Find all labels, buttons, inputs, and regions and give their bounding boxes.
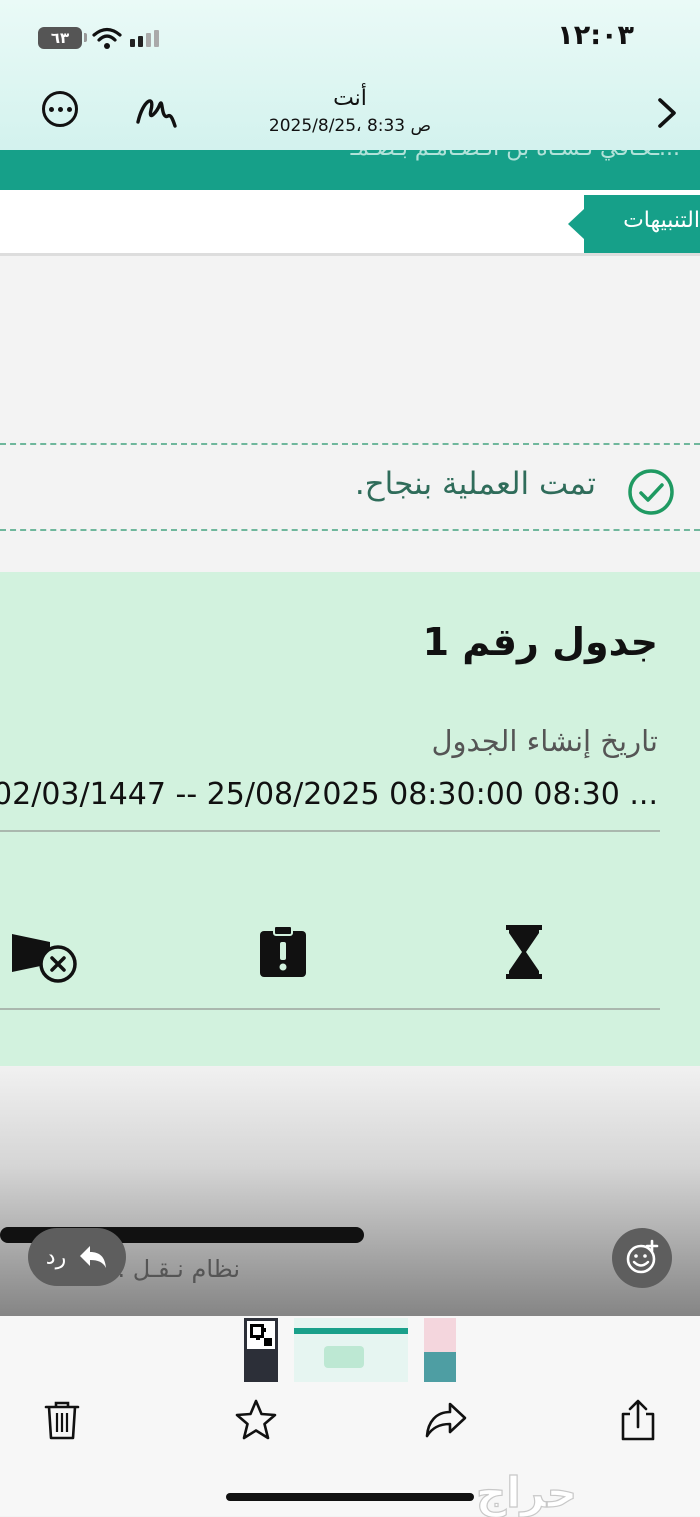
image-thumbnail[interactable] [424,1318,456,1382]
card-title: جدول رقم 1 [422,620,658,664]
divider [0,1008,660,1010]
check-circle-icon [628,469,674,515]
image-thumbnail[interactable] [244,1318,278,1382]
cellular-signal-icon [130,30,159,47]
reply-arrow-icon [80,1246,107,1268]
sender-name: أنت [333,86,367,111]
notes-tab-label: التنبيهات [623,208,700,233]
add-reaction-button[interactable] [612,1228,672,1288]
success-message: تمت العملية بنجاح. [354,466,596,502]
reply-button[interactable]: رد [28,1228,126,1286]
bus-cancel-icon[interactable] [10,928,78,984]
forward-icon[interactable] [424,1398,468,1442]
page-header-band: ـعـاقي نـشـاه بن الـصـامـم بـصـمـ... [0,150,700,190]
message-date: 2025/8/25، 8:33 ص [268,116,432,136]
chevron-right-icon[interactable] [652,96,682,130]
image-thumbnail-current[interactable] [294,1318,408,1382]
watermark-logo: حراج [475,1467,578,1517]
markup-pen-icon[interactable] [133,90,179,132]
divider [0,830,660,832]
more-options-button[interactable] [42,91,78,127]
battery-nub [84,33,87,42]
trash-icon[interactable] [40,1398,84,1442]
created-date-label: تاريخ إنشاء الجدول [431,724,658,758]
battery-icon: ٦٣ [38,27,82,49]
share-icon[interactable] [616,1398,660,1442]
page-header-text: ـعـاقي نـشـاه بن الـصـامـم بـصـمـ... [351,150,680,161]
created-date-value: 02/03/1447 -- 25/08/2025 08:30:00 08:30 … [0,777,658,812]
battery-level: ٦٣ [50,29,70,47]
smiley-plus-icon [626,1239,659,1274]
home-indicator [226,1493,474,1501]
reply-label: رد [45,1244,67,1270]
status-clock: ١٢:٠٣ [557,20,634,51]
hourglass-icon[interactable] [505,925,543,979]
clipboard-alert-icon[interactable] [258,925,308,977]
star-icon[interactable] [234,1398,278,1442]
wifi-icon [92,27,122,49]
